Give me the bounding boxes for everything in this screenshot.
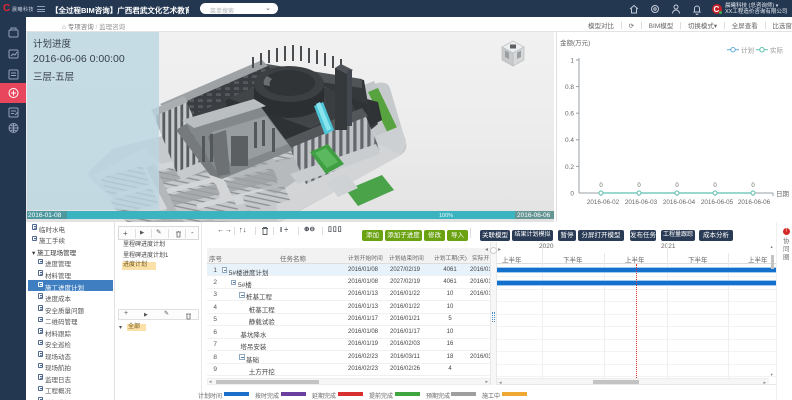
svg-text:2016-06-03: 2016-06-03 <box>625 199 658 206</box>
svg-text:实际: 实际 <box>770 45 784 54</box>
svg-text:2016-06-05: 2016-06-05 <box>701 199 734 206</box>
svg-text:1: 1 <box>570 58 574 65</box>
svg-text:2016-06-02: 2016-06-02 <box>587 199 620 206</box>
svg-text:0.4: 0.4 <box>565 137 574 144</box>
svg-text:金额(万元): 金额(万元) <box>560 38 590 47</box>
svg-text:2016-06-06: 2016-06-06 <box>738 199 771 206</box>
svg-text:2016-06-04: 2016-06-04 <box>663 199 696 206</box>
svg-text:0: 0 <box>570 191 574 198</box>
svg-text:0.8: 0.8 <box>565 84 574 91</box>
svg-text:0: 0 <box>599 183 603 189</box>
svg-text:0.2: 0.2 <box>565 164 574 171</box>
svg-text:0.6: 0.6 <box>565 111 574 118</box>
svg-text:0: 0 <box>751 183 755 189</box>
svg-text:0: 0 <box>637 183 641 189</box>
svg-text:0: 0 <box>713 183 717 189</box>
svg-text:0: 0 <box>675 183 679 189</box>
svg-text:日期: 日期 <box>776 190 790 198</box>
svg-text:计划: 计划 <box>741 45 754 54</box>
